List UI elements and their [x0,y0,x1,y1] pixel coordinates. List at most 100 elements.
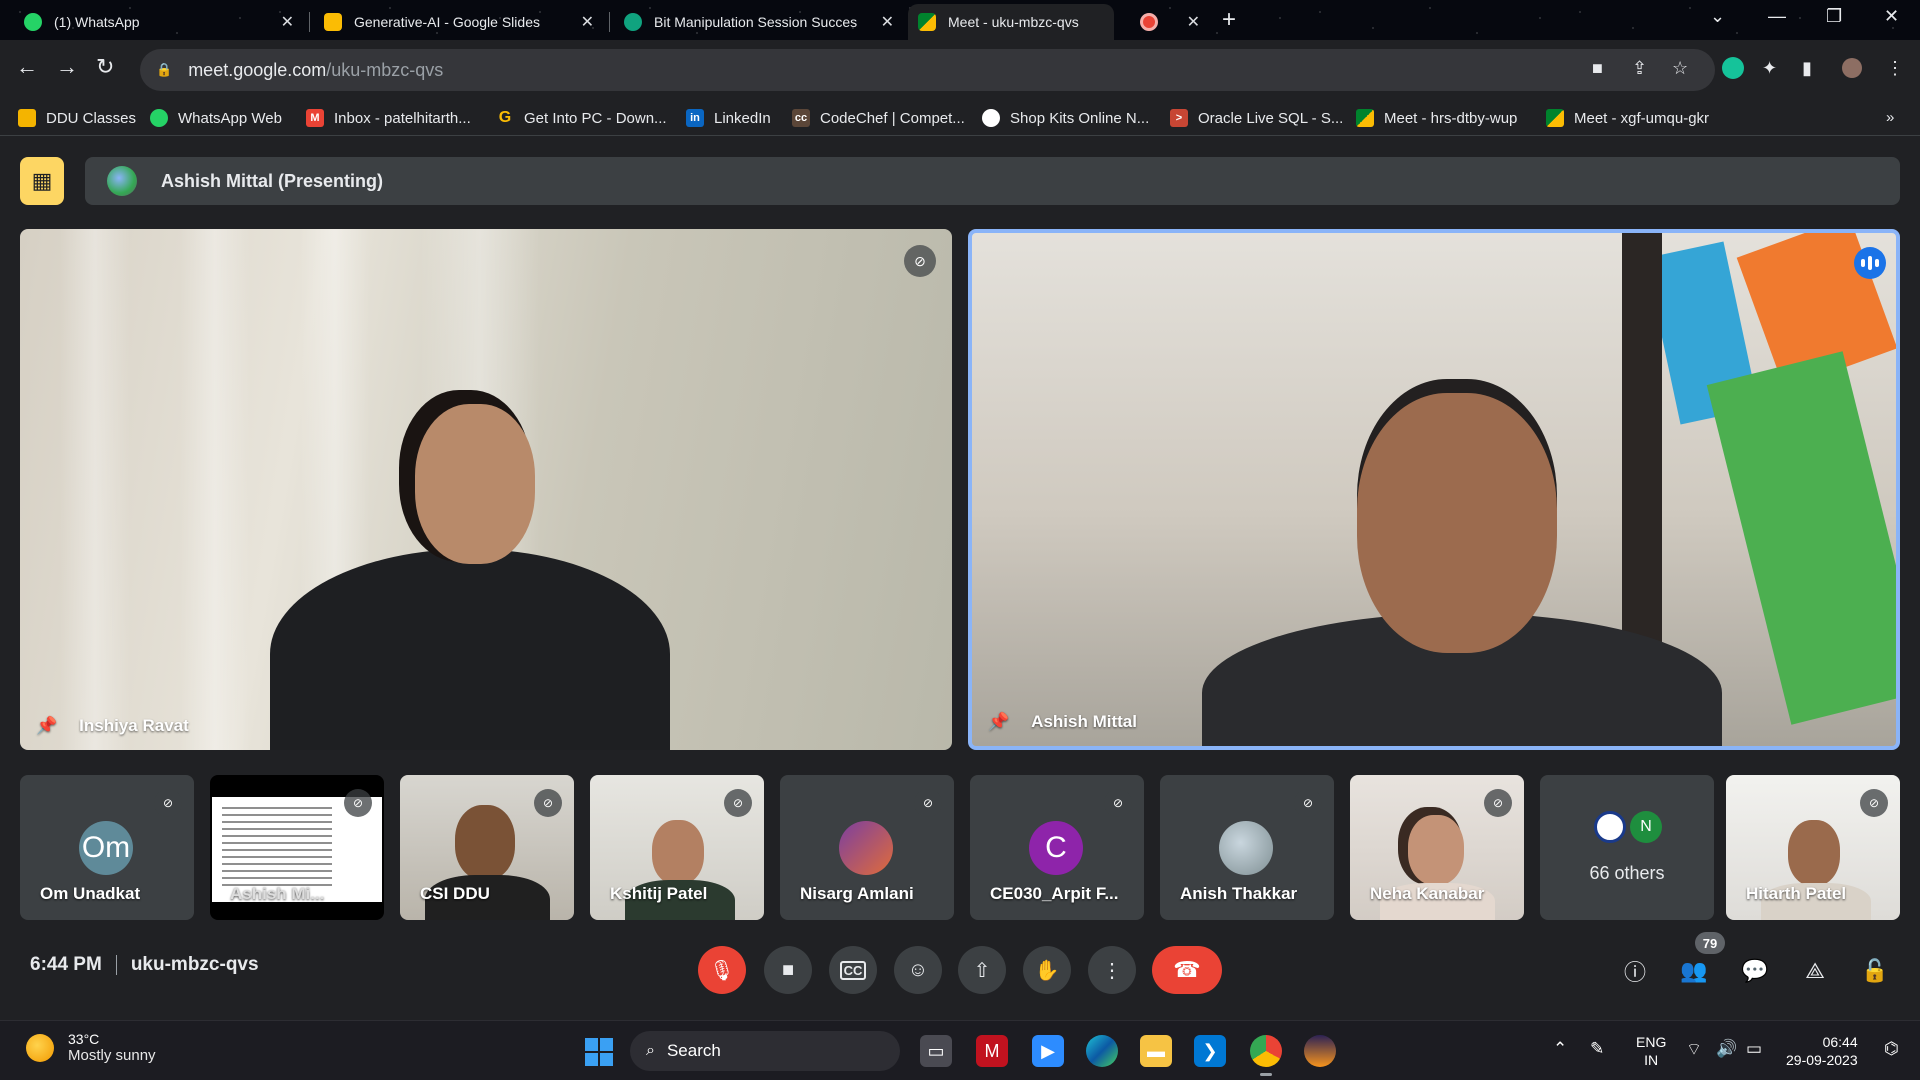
bookmark-meet-2[interactable]: Meet - xgf-umqu-gkr [1546,109,1709,127]
wifi-icon[interactable]: ⌔ [1686,1039,1702,1060]
thumb-nisarg-amlani[interactable]: ⊘ Nisarg Amlani [780,775,954,920]
video-tile-inshiya[interactable]: ⊘ 📌 Inshiya Ravat [20,229,952,750]
raise-hand-button[interactable]: ✋ [1023,946,1071,994]
tab-recording[interactable]: ✕ [1130,4,1210,40]
close-tab-icon[interactable]: ✕ [581,12,594,32]
pin-icon[interactable]: 📌 [36,716,57,736]
bookmark-oracle-live-sql[interactable]: > Oracle Live SQL - S... [1170,109,1343,127]
presenting-bar[interactable]: Ashish Mittal (Presenting) [85,157,1900,205]
notifications-icon[interactable]: ⌬ [1884,1039,1899,1059]
meeting-details-button[interactable]: ⓘ [1615,951,1655,991]
close-tab-icon[interactable]: ✕ [281,12,294,32]
task-view-icon[interactable]: ▭ [920,1035,952,1067]
people-button[interactable]: 👥 [1674,951,1714,991]
bookmark-getintopc[interactable]: G Get Into PC - Down... [496,109,667,127]
back-icon[interactable]: ← [16,54,38,80]
close-tab-icon[interactable]: ✕ [1187,12,1200,32]
lock-icon[interactable]: 🔒 [156,62,172,78]
edge-icon[interactable] [1086,1035,1118,1067]
address-bar[interactable]: 🔒 meet.google.com/uku-mbzc-qvs [140,49,1715,91]
participant-name: Om Unadkat [40,884,141,903]
bookmark-ddu-classes[interactable]: DDU Classes [18,109,136,127]
thumb-others[interactable]: N 66 others [1540,775,1714,920]
present-button[interactable]: ⇧ [958,946,1006,994]
tile-label: 📌 Inshiya Ravat [36,716,189,736]
thumb-om-unadkat[interactable]: Om ⊘ Om Unadkat [20,775,194,920]
eclipse-icon[interactable] [1304,1035,1336,1067]
grammarly-icon[interactable] [1722,57,1744,79]
more-bookmarks-icon[interactable]: » [1886,109,1894,126]
curtain-fold [60,229,130,750]
meeting-info: 6:44 PM uku-mbzc-qvs [30,954,259,976]
thumb-ashish-presentation[interactable]: ⊘ Ashish Mi... [210,775,384,920]
chrome-icon[interactable] [1250,1035,1282,1076]
windows-taskbar: 33°C Mostly sunny ⌕ Search ▭ M ▶ ▬ ❯ ⌃ ✎… [0,1020,1920,1080]
language-code: ENG [1636,1034,1667,1050]
battery-icon[interactable]: ▭ [1746,1039,1762,1059]
bookmark-inbox[interactable]: M Inbox - patelhitarth... [306,109,471,127]
toggle-mic-button[interactable]: 🎙 [698,946,746,994]
tab-search-icon[interactable]: ⌄ [1710,6,1725,27]
bookmark-linkedin[interactable]: in LinkedIn [686,109,771,127]
thumb-arpit[interactable]: C ⊘ CE030_Arpit F... [970,775,1144,920]
participant-name: Kshitij Patel [610,884,708,903]
thumb-anish-thakkar[interactable]: ⊘ Anish Thakkar [1160,775,1334,920]
bookmark-star-icon[interactable]: ☆ [1672,58,1688,79]
windows-start-icon[interactable] [585,1038,613,1066]
file-explorer-icon[interactable]: ▬ [1140,1035,1172,1067]
show-hidden-icons-icon[interactable]: ⌃ [1553,1039,1567,1059]
bookmark-whatsapp-web[interactable]: WhatsApp Web [150,109,282,127]
host-controls-button[interactable]: 🔓 [1855,951,1895,991]
thumb-csi-ddu[interactable]: ⊘ CSI DDU [400,775,574,920]
tab-whatsapp[interactable]: (1) WhatsApp ✕ [14,4,304,40]
clock-time: 06:44 [1822,1034,1858,1050]
taskbar-clock[interactable]: 06:44 29-09-2023 [1786,1033,1858,1069]
bookmark-codechef[interactable]: cc CodeChef | Compet... [792,109,965,127]
mcafee-icon[interactable]: M [976,1035,1008,1067]
weather-widget[interactable]: 33°C Mostly sunny [26,1031,156,1064]
extensions-icon[interactable]: ✦ [1762,58,1777,79]
profile-avatar[interactable] [1842,58,1862,78]
restore-button[interactable]: ❐ [1826,6,1842,27]
close-tab-icon[interactable]: ✕ [881,12,894,32]
forward-icon[interactable]: → [56,54,78,80]
more-options-button[interactable]: ⋮ [1088,946,1136,994]
close-window-button[interactable]: ✕ [1884,6,1899,27]
side-panel-icon[interactable]: ▮ [1802,58,1812,79]
thumb-neha-kanabar[interactable]: ⊘ Neha Kanabar [1350,775,1524,920]
leave-call-button[interactable]: ☎ [1152,946,1222,994]
thumb-hitarth-patel[interactable]: ⊘ Hitarth Patel [1726,775,1900,920]
pen-input-icon[interactable]: ✎ [1590,1039,1604,1059]
divider [115,955,117,975]
input-language[interactable]: ENG IN [1636,1033,1666,1069]
volume-icon[interactable]: 🔊 [1716,1039,1737,1059]
stop-presenting-icon[interactable]: ▦ [20,157,64,205]
mic-off-icon: 🎙 [709,959,735,982]
reload-icon[interactable]: ↻ [96,54,114,80]
vscode-icon[interactable]: ❯ [1194,1035,1226,1067]
thumb-kshitij-patel[interactable]: ⊘ Kshitij Patel [590,775,764,920]
zoom-icon[interactable]: ▶ [1032,1035,1064,1067]
activities-button[interactable]: ⟁ [1795,951,1835,991]
people-icon: 👥 [1680,958,1708,983]
bookmark-meet-1[interactable]: Meet - hrs-dtby-wup [1356,109,1517,127]
bookmark-shop-kits[interactable]: Shop Kits Online N... [982,109,1149,127]
menu-icon[interactable]: ⋮ [1886,58,1904,79]
toggle-camera-button[interactable]: ■ [764,946,812,994]
chat-button[interactable]: 💬 [1735,951,1775,991]
reactions-button[interactable]: ☺ [894,946,942,994]
participant-name: Hitarth Patel [1746,884,1847,903]
video-tile-ashish[interactable]: 📌 Ashish Mittal [968,229,1900,750]
taskbar-search[interactable]: ⌕ Search [630,1031,900,1071]
tab-meet[interactable]: Meet - uku-mbzc-qvs [908,4,1114,40]
minimize-button[interactable]: — [1768,6,1786,27]
tab-google-slides[interactable]: Generative-AI - Google Slides ✕ [314,4,604,40]
captions-button[interactable]: CC [829,946,877,994]
pin-icon[interactable]: 📌 [988,712,1009,732]
region-code: IN [1644,1052,1659,1068]
tab-chatgpt[interactable]: Bit Manipulation Session Succes ✕ [614,4,904,40]
new-tab-button[interactable]: + [1222,6,1236,34]
lock-person-icon: 🔓 [1861,958,1889,983]
share-icon[interactable]: ⇪ [1632,58,1647,79]
camera-in-use-icon[interactable]: ■ [1592,58,1603,79]
